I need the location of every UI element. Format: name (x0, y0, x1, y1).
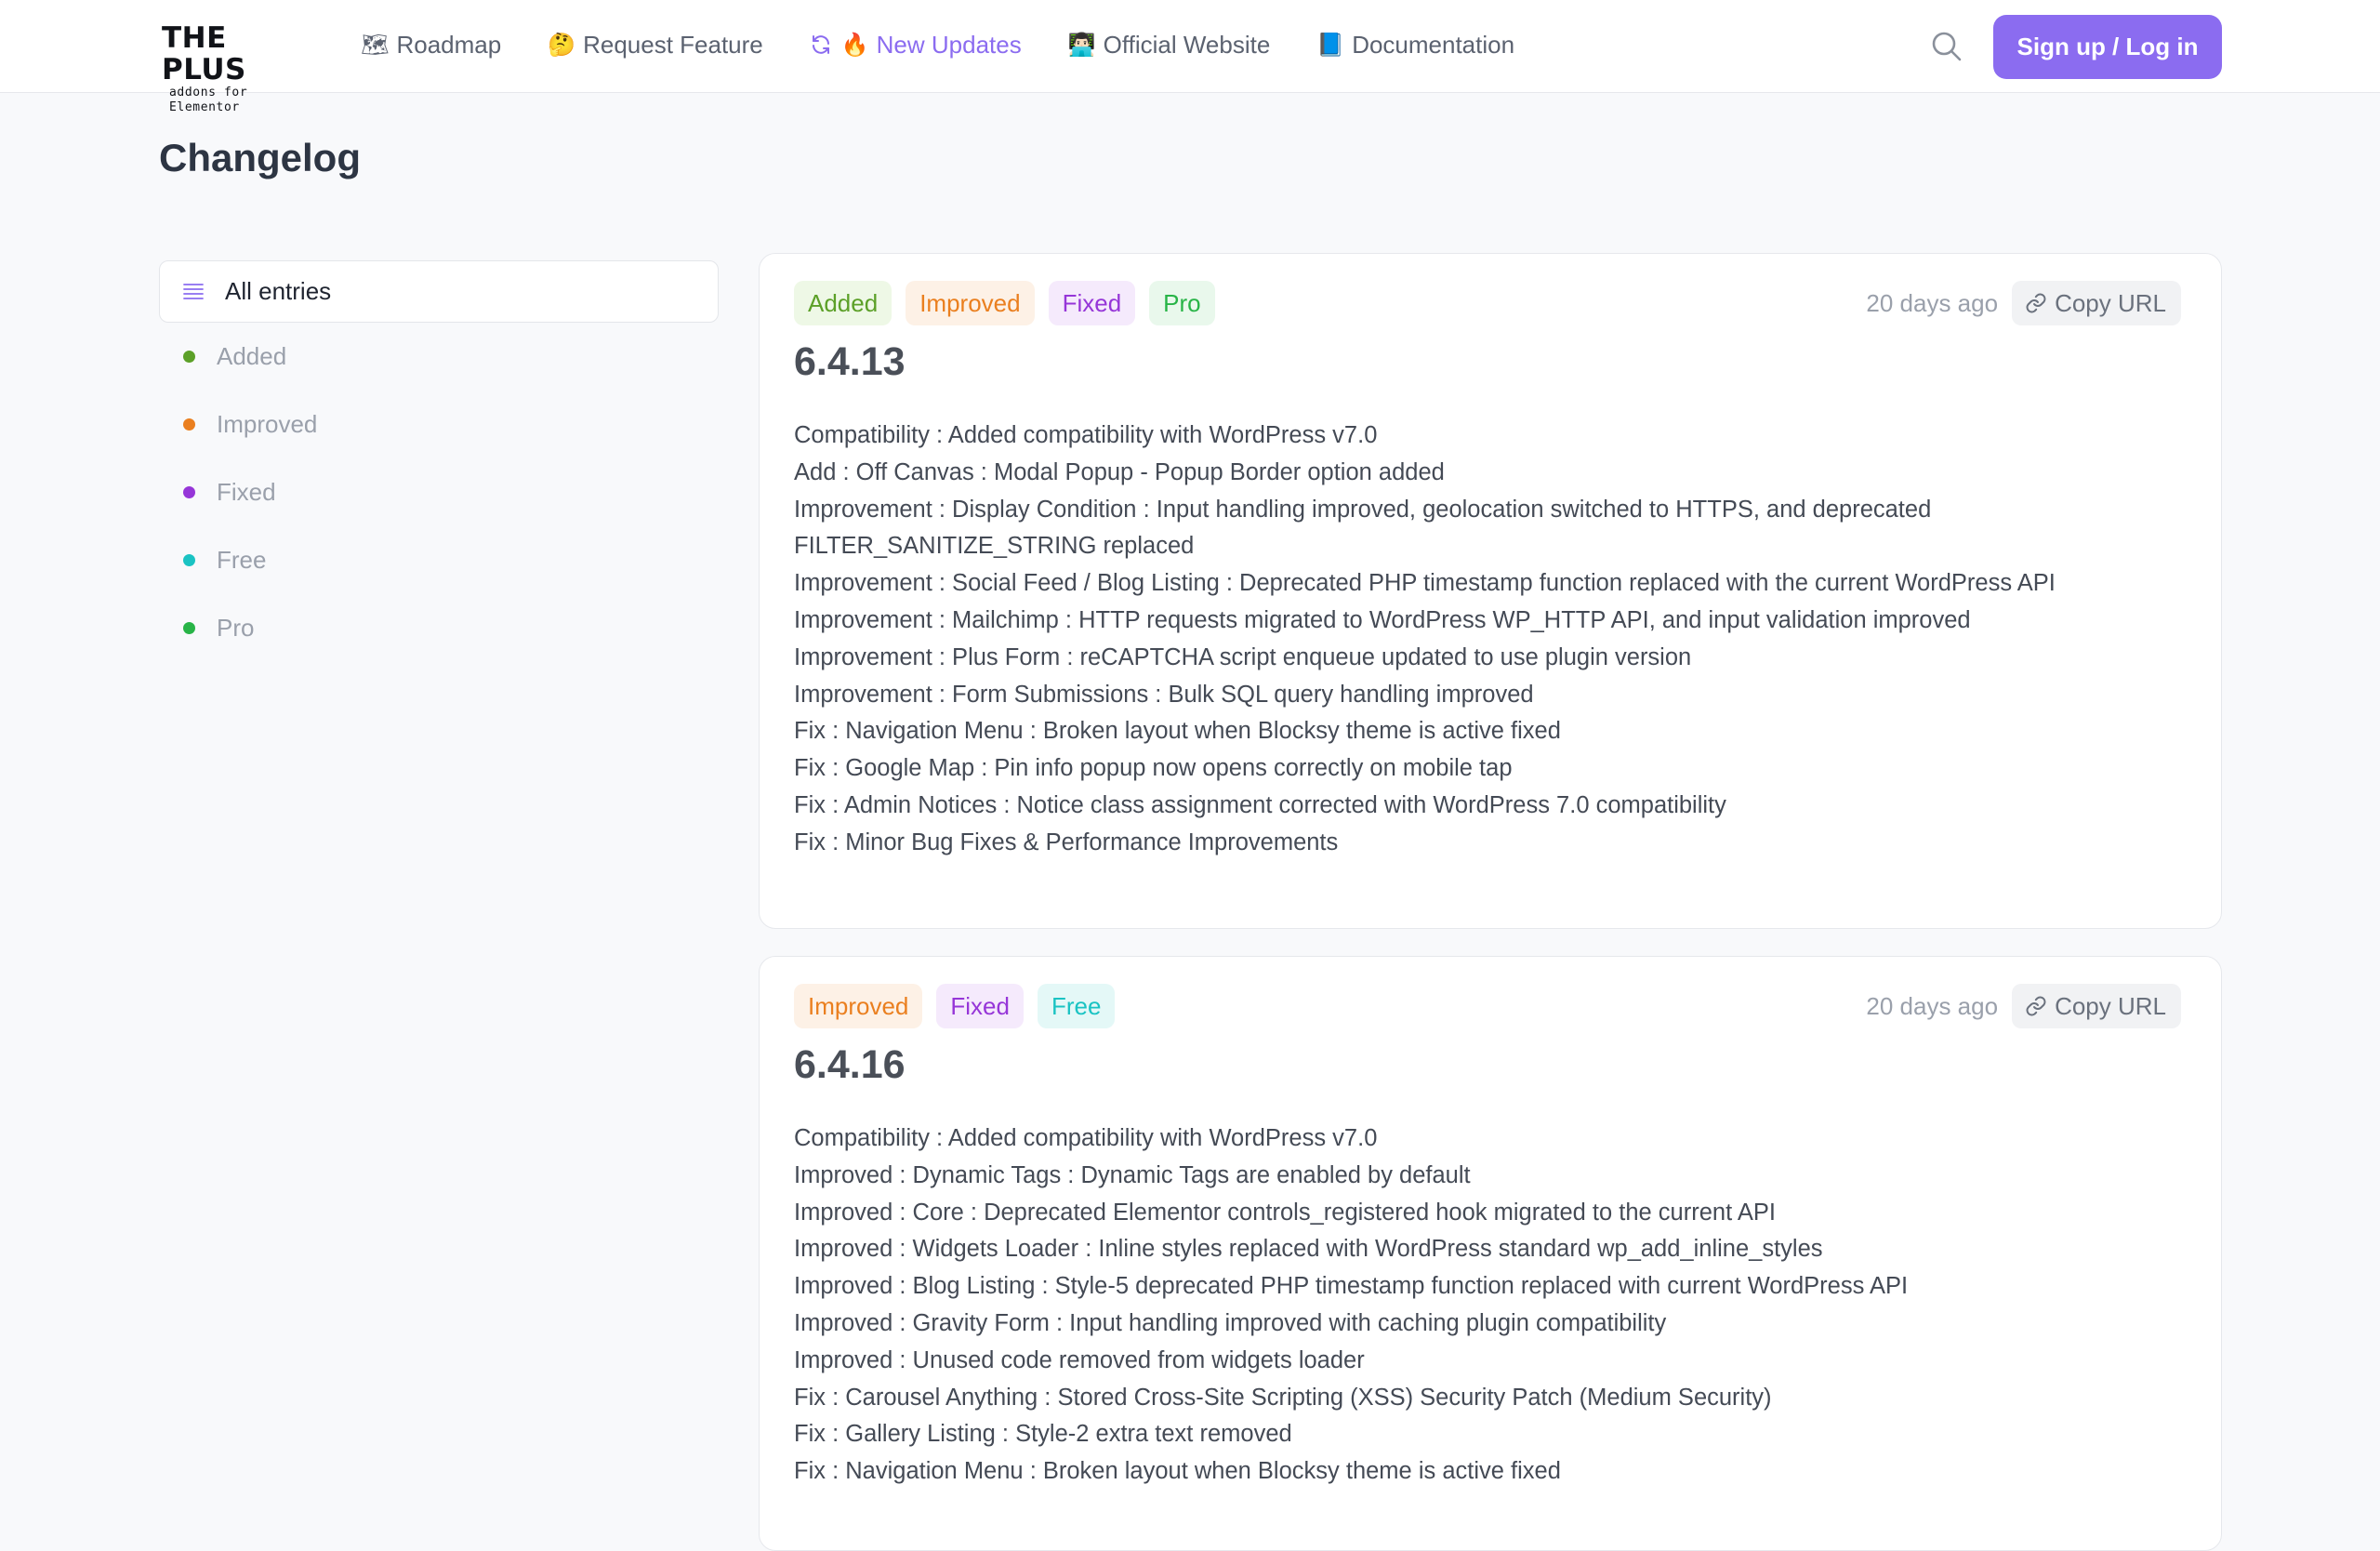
entry-version: 6.4.13 (794, 339, 906, 384)
logo-title: THE PLUS (162, 21, 246, 86)
status-dot (183, 351, 195, 363)
filter-improved[interactable]: Improved (159, 391, 719, 458)
note-line: Improved : Gravity Form : Input handling… (794, 1309, 1667, 1336)
note-line: Compatibility : Added compatibility with… (794, 422, 1378, 448)
nav-documentation[interactable]: 📘 Documentation (1316, 31, 1514, 60)
copy-url-button[interactable]: Copy URL (2012, 984, 2181, 1028)
fire-icon: 🔥 (840, 32, 869, 58)
filter-fixed-label: Fixed (217, 478, 276, 506)
note-line: Improved : Blog Listing : Style-5 deprec… (794, 1273, 1909, 1300)
nav-new-updates-label: New Updates (876, 30, 1022, 59)
tag-fixed[interactable]: Fixed (936, 984, 1024, 1028)
tag-pro[interactable]: Pro (1149, 281, 1215, 325)
note-line: Fix : Navigation Menu : Broken layout wh… (794, 718, 1561, 745)
filter-free-label: Free (217, 546, 267, 574)
logo-subtitle: addons for Elementor (169, 86, 248, 114)
page-title: Changelog (159, 136, 361, 179)
entry-timestamp: 20 days ago (1866, 991, 1999, 1020)
top-navigation-bar: THE PLUS addons for Elementor 🗺 Roadmap … (0, 0, 2380, 114)
filter-added[interactable]: Added (159, 323, 719, 391)
note-line: Fix : Navigation Menu : Broken layout wh… (794, 1458, 1561, 1485)
site-logo[interactable]: THE PLUS addons for Elementor (162, 22, 311, 114)
note-line: Fix : Google Map : Pin info popup now op… (794, 755, 1513, 782)
status-dot (183, 486, 195, 498)
note-line: FILTER_SANITIZE_STRING replaced (794, 533, 1195, 560)
entry-tags: Added Improved Fixed Pro (794, 281, 1229, 325)
copy-url-button[interactable]: Copy URL (2012, 281, 2181, 325)
entry-meta: 20 days ago Copy URL (1866, 984, 2181, 1028)
note-line: Improved : Dynamic Tags : Dynamic Tags a… (794, 1161, 1471, 1188)
note-line: Add : Off Canvas : Modal Popup - Popup B… (794, 458, 1445, 485)
main-nav: 🗺 Roadmap 🤔 Request Feature 🔥 New Update… (361, 26, 1561, 63)
filter-all-entries[interactable]: All entries (159, 260, 719, 323)
filter-all-entries-label: All entries (225, 277, 332, 305)
filter-pro[interactable]: Pro (159, 594, 719, 662)
note-line: Improvement : Mailchimp : HTTP requests … (794, 606, 1971, 633)
status-dot (183, 418, 195, 431)
note-line: Improvement : Form Submissions : Bulk SQ… (794, 681, 1534, 708)
note-line: Fix : Gallery Listing : Style-2 extra te… (794, 1421, 1292, 1448)
entry-tags: Improved Fixed Free (794, 984, 1129, 1028)
nav-request-feature-label: Request Feature (583, 30, 763, 59)
link-icon (2026, 293, 2046, 313)
filter-pro-label: Pro (217, 614, 255, 642)
nav-new-updates[interactable]: 🔥 New Updates (810, 31, 1022, 60)
sync-icon (810, 33, 832, 56)
status-dot (183, 622, 195, 634)
nav-documentation-label: Documentation (1352, 30, 1515, 59)
note-line: Improvement : Social Feed / Blog Listing… (794, 570, 2056, 597)
nav-official-website[interactable]: 👨🏻‍💻 Official Website (1068, 31, 1271, 60)
tag-free[interactable]: Free (1037, 984, 1116, 1028)
note-line: Fix : Carousel Anything : Stored Cross-S… (794, 1384, 1772, 1411)
status-dot (183, 554, 195, 566)
link-icon (2026, 996, 2046, 1016)
entry-version: 6.4.16 (794, 1042, 906, 1087)
nav-request-feature[interactable]: 🤔 Request Feature (548, 31, 763, 60)
note-line: Improved : Unused code removed from widg… (794, 1346, 1365, 1373)
entry-notes: Compatibility : Added compatibility with… (794, 418, 2188, 862)
search-icon (1932, 32, 1962, 61)
changelog-entry: Improved Fixed Free 20 days ago Copy URL… (759, 956, 2222, 1551)
note-line: Compatibility : Added compatibility with… (794, 1125, 1378, 1151)
search-button[interactable] (1928, 28, 1965, 65)
note-line: Improvement : Display Condition : Input … (794, 496, 1932, 523)
tag-improved[interactable]: Improved (906, 281, 1035, 325)
filter-fixed[interactable]: Fixed (159, 458, 719, 526)
changelog-entry: Added Improved Fixed Pro 20 days ago Cop… (759, 253, 2222, 929)
technologist-icon: 👨🏻‍💻 (1067, 32, 1096, 58)
copy-url-label: Copy URL (2055, 991, 2166, 1020)
tag-added[interactable]: Added (794, 281, 892, 325)
filter-added-label: Added (217, 342, 287, 370)
note-line: Fix : Admin Notices : Notice class assig… (794, 791, 1726, 818)
tag-improved[interactable]: Improved (794, 984, 923, 1028)
filter-free[interactable]: Free (159, 526, 719, 594)
nav-roadmap[interactable]: 🗺 Roadmap (361, 31, 501, 60)
filter-improved-label: Improved (217, 410, 318, 438)
map-icon: 🗺 (361, 32, 390, 58)
note-line: Improved : Core : Deprecated Elementor c… (794, 1199, 1776, 1226)
book-icon: 📘 (1316, 32, 1345, 58)
note-line: Fix : Minor Bug Fixes & Performance Impr… (794, 829, 1339, 855)
entry-meta: 20 days ago Copy URL (1866, 281, 2181, 325)
entry-timestamp: 20 days ago (1866, 288, 1999, 317)
tag-fixed[interactable]: Fixed (1048, 281, 1136, 325)
signup-login-button[interactable]: Sign up / Log in (1993, 15, 2222, 79)
nav-official-website-label: Official Website (1103, 30, 1271, 59)
nav-roadmap-label: Roadmap (396, 30, 502, 59)
list-icon (183, 283, 204, 299)
entry-notes: Compatibility : Added compatibility with… (794, 1120, 2188, 1491)
note-line: Improvement : Plus Form : reCAPTCHA scri… (794, 643, 1692, 670)
filter-sidebar: All entries Added Improved Fixed Free Pr… (159, 260, 719, 662)
note-line: Improved : Widgets Loader : Inline style… (794, 1236, 1823, 1263)
copy-url-label: Copy URL (2055, 288, 2166, 317)
thinking-face-icon: 🤔 (548, 32, 576, 58)
